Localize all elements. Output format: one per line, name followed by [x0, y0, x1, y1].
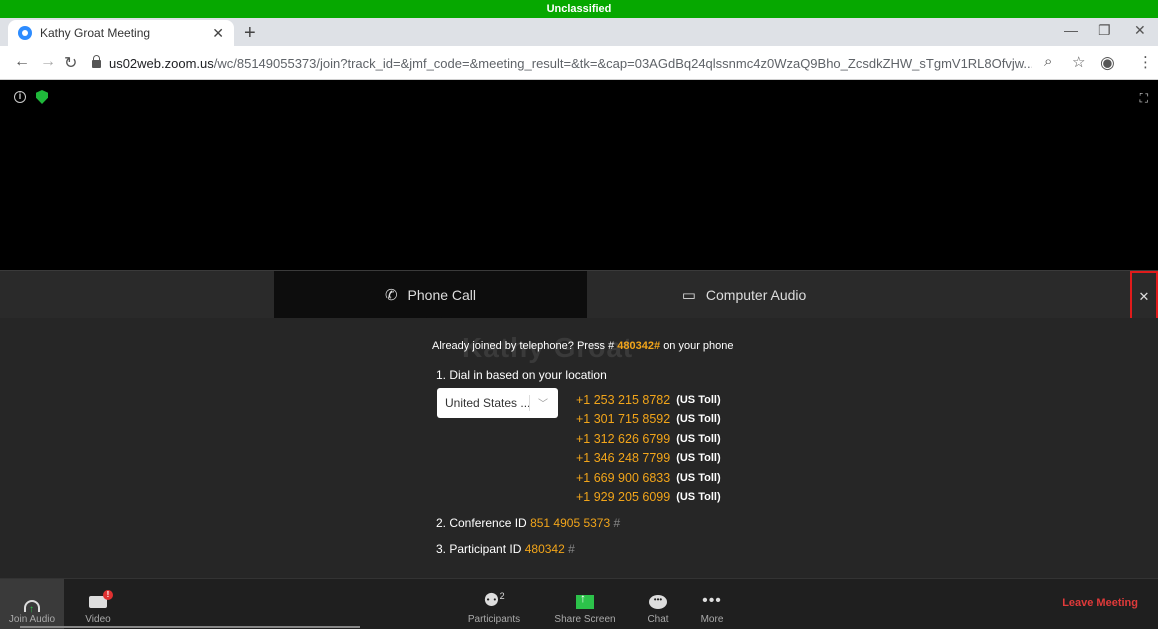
fullscreen-icon[interactable]: ⛶: [1140, 91, 1148, 106]
url-host: us02web.zoom.us: [108, 55, 214, 71]
dial-in-row: +1 312 626 6799 (US Toll): [576, 429, 721, 449]
headset-icon: [24, 600, 40, 615]
step-conference-id: 2. Conference ID 851 4905 5373 #: [436, 516, 620, 530]
meeting-toolbar: Join Audio Video ⚉2 Participants Share S…: [0, 578, 1158, 629]
tab-close-icon[interactable]: ✕: [212, 25, 224, 42]
forward-icon[interactable]: →: [40, 53, 56, 71]
zoom-favicon-icon: [18, 26, 32, 40]
step-dial-in: 1. Dial in based on your location: [436, 368, 607, 382]
participant-code: 480342#: [617, 340, 661, 352]
chat-label: Chat: [647, 614, 669, 625]
toll-label: (US Toll): [676, 393, 721, 406]
participant-id-value: 480342: [524, 542, 565, 556]
new-tab-icon[interactable]: +: [244, 22, 256, 45]
share-screen-button[interactable]: Share Screen: [550, 579, 620, 629]
dial-in-row: +1 929 205 6099 (US Toll): [576, 488, 721, 508]
toll-label: (US Toll): [676, 452, 721, 465]
window-close-icon[interactable]: ✕: [1134, 22, 1146, 39]
toll-label: (US Toll): [676, 413, 721, 426]
minimize-icon[interactable]: —: [1064, 22, 1078, 38]
already-joined-text: Already joined by telephone? Press # 480…: [432, 340, 734, 352]
dial-in-row: +1 669 900 6833 (US Toll): [576, 468, 721, 488]
phone-icon: ✆: [384, 287, 398, 304]
camera-icon: [89, 590, 113, 608]
country-select[interactable]: United States ... ﹀: [437, 388, 558, 418]
toll-label: (US Toll): [676, 432, 721, 445]
dial-in-number[interactable]: +1 929 205 6099: [576, 490, 670, 504]
conference-id-hash: #: [613, 516, 621, 530]
dial-in-row: +1 301 715 8592 (US Toll): [576, 410, 721, 430]
toll-label: (US Toll): [676, 491, 721, 504]
tab-phone-call[interactable]: ✆ Phone Call: [274, 271, 587, 319]
more-icon: •••: [702, 592, 722, 609]
participant-id-hash: #: [568, 542, 575, 556]
browser-tab[interactable]: Kathy Groat Meeting ✕: [8, 20, 234, 46]
already-prefix: Already joined by telephone? Press #: [432, 340, 615, 352]
laptop-icon: ▭: [681, 287, 696, 304]
more-label: More: [700, 614, 724, 625]
phone-call-panel: Kathy Groat Already joined by telephone?…: [0, 318, 1158, 578]
tab-computer-audio[interactable]: ▭ Computer Audio: [587, 271, 901, 319]
browser-menu-icon[interactable]: ⋮: [1138, 53, 1153, 71]
back-icon[interactable]: ←: [14, 53, 30, 71]
tab-computer-audio-label: Computer Audio: [705, 287, 807, 303]
video-area: i ⛶: [0, 80, 1158, 270]
join-audio-label: Join Audio: [8, 614, 56, 625]
dial-in-number[interactable]: +1 253 215 8782: [576, 393, 670, 407]
step-participant-id: 3. Participant ID 480342 #: [436, 542, 575, 556]
profile-avatar-icon[interactable]: ◉: [1100, 53, 1115, 73]
chevron-down-icon: ﹀: [538, 399, 548, 410]
tab-title: Kathy Groat Meeting: [40, 26, 151, 40]
zoom-magnifier-icon[interactable]: ⌕: [1044, 53, 1052, 70]
classification-banner: Unclassified: [0, 0, 1158, 18]
browser-tabstrip: Kathy Groat Meeting ✕ + — ❐ ✕: [0, 18, 1158, 46]
leave-meeting-button[interactable]: Leave Meeting: [1062, 597, 1138, 609]
dial-in-number[interactable]: +1 669 900 6833: [576, 471, 670, 485]
participants-icon: ⚉2: [483, 590, 505, 610]
conference-id-label: 2. Conference ID: [436, 516, 527, 530]
toolbar-underline: [20, 626, 360, 628]
lock-icon: [92, 55, 101, 68]
chat-button[interactable]: ••• Chat: [640, 579, 676, 629]
select-divider: [529, 395, 530, 411]
address-bar-row: ← → ↻ us02web.zoom.us /wc/85149055373/jo…: [0, 46, 1158, 80]
dial-in-row: +1 253 215 8782 (US Toll): [576, 390, 721, 410]
close-audio-panel-button[interactable]: ✕: [1130, 271, 1158, 323]
reload-icon[interactable]: ↻: [64, 53, 77, 73]
dial-in-number[interactable]: +1 301 715 8592: [576, 412, 670, 426]
participants-label: Participants: [467, 614, 521, 625]
toll-label: (US Toll): [676, 471, 721, 484]
dial-in-number[interactable]: +1 346 248 7799: [576, 451, 670, 465]
restore-icon[interactable]: ❐: [1098, 22, 1111, 39]
more-button[interactable]: ••• More: [692, 579, 732, 629]
already-suffix: on your phone: [663, 340, 734, 352]
share-screen-icon: [576, 591, 594, 609]
url-path: /wc/85149055373/join?track_id=&jmf_code=…: [213, 55, 1032, 71]
tab-phone-call-label: Phone Call: [407, 287, 477, 303]
dial-in-number-list: +1 253 215 8782 (US Toll) +1 301 715 8592…: [576, 390, 721, 507]
bookmark-star-icon[interactable]: ☆: [1072, 53, 1085, 71]
participant-id-label: 3. Participant ID: [436, 542, 522, 556]
conference-id-value: 851 4905 5373: [530, 516, 611, 530]
participant-count: 2: [499, 591, 505, 601]
url-field[interactable]: us02web.zoom.us /wc/85149055373/join?tra…: [92, 50, 1032, 76]
chat-icon: •••: [649, 595, 667, 609]
meeting-info-icon[interactable]: i: [14, 91, 26, 103]
country-selected-value: United States ...: [445, 396, 531, 410]
video-button[interactable]: Video: [76, 579, 120, 629]
join-audio-button[interactable]: Join Audio: [0, 579, 64, 629]
video-label: Video: [85, 614, 111, 625]
encryption-shield-icon[interactable]: [36, 90, 48, 104]
audio-tabs: ✆ Phone Call ▭ Computer Audio ✕: [0, 270, 1158, 323]
share-screen-label: Share Screen: [554, 614, 616, 625]
dial-in-number[interactable]: +1 312 626 6799: [576, 432, 670, 446]
dial-in-row: +1 346 248 7799 (US Toll): [576, 449, 721, 469]
participants-button[interactable]: ⚉2 Participants: [462, 579, 526, 629]
